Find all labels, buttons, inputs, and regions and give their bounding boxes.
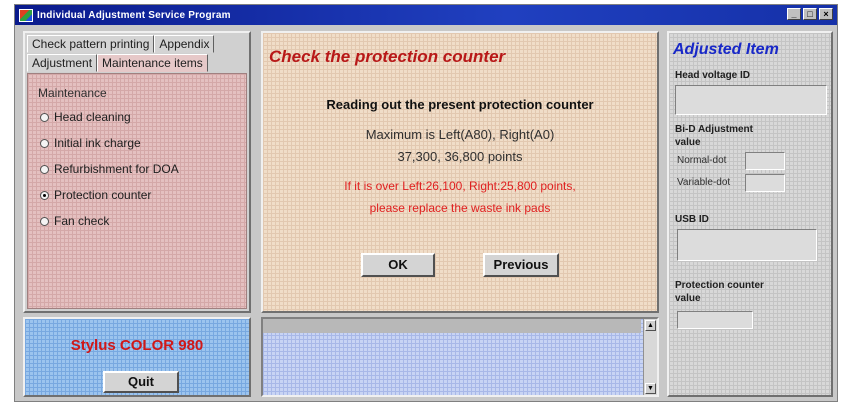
adjusted-item-title: Adjusted Item bbox=[673, 41, 779, 58]
tab-appendix[interactable]: Appendix bbox=[154, 35, 215, 53]
normal-dot-label: Normal-dot bbox=[677, 155, 727, 166]
window-title: Individual Adjustment Service Program bbox=[37, 9, 231, 21]
tab-maintenance-items[interactable]: Maintenance items bbox=[97, 54, 208, 72]
maximize-button[interactable]: □ bbox=[803, 8, 817, 20]
log-area[interactable]: ▲ ▼ bbox=[261, 317, 659, 397]
scroll-up-button[interactable]: ▲ bbox=[645, 320, 656, 331]
variable-dot-field bbox=[745, 174, 785, 192]
radio-label: Fan check bbox=[54, 214, 110, 228]
maintenance-tab-content: Maintenance Head cleaning Initial ink ch… bbox=[27, 73, 247, 309]
title-bar[interactable]: Individual Adjustment Service Program _ … bbox=[15, 5, 837, 25]
counter-points: 37,300, 36,800 points bbox=[397, 149, 523, 164]
radio-protection-counter[interactable]: Protection counter bbox=[40, 188, 151, 202]
protection-counter-panel: Check the protection counter Reading out… bbox=[261, 31, 659, 313]
bid-label-line2: value bbox=[675, 137, 701, 148]
maintenance-group-label: Maintenance bbox=[38, 86, 107, 100]
tab-row-front: Adjustment Maintenance items bbox=[27, 54, 208, 72]
printer-model-name: Stylus COLOR 980 bbox=[70, 337, 204, 354]
protection-label-line1: Protection counter bbox=[675, 280, 764, 291]
ok-button[interactable]: OK bbox=[361, 253, 435, 277]
variable-dot-label: Variable-dot bbox=[677, 177, 731, 188]
usb-id-label: USB ID bbox=[675, 214, 709, 225]
radio-label: Head cleaning bbox=[54, 110, 131, 124]
radio-refurbishment-doa[interactable]: Refurbishment for DOA bbox=[40, 162, 179, 176]
radio-head-cleaning[interactable]: Head cleaning bbox=[40, 110, 131, 124]
maintenance-panel: Check pattern printing Appendix Adjustme… bbox=[23, 31, 251, 313]
bid-label-line1: Bi-D Adjustment bbox=[675, 124, 753, 135]
scroll-down-button[interactable]: ▼ bbox=[645, 383, 656, 394]
usb-id-field bbox=[677, 229, 817, 261]
protection-label-line2: value bbox=[675, 293, 701, 304]
quit-button[interactable]: Quit bbox=[103, 371, 179, 393]
bid-adjustment-label: Bi-D Adjustment value bbox=[675, 123, 753, 149]
radio-button[interactable] bbox=[40, 164, 49, 174]
minimize-button[interactable]: _ bbox=[787, 8, 801, 20]
radio-label: Initial ink charge bbox=[54, 136, 141, 150]
maximum-line: Maximum is Left(A80), Right(A0) bbox=[365, 127, 555, 142]
radio-button[interactable] bbox=[40, 112, 49, 122]
log-header bbox=[263, 319, 641, 333]
normal-dot-field bbox=[745, 152, 785, 170]
radio-label: Refurbishment for DOA bbox=[54, 162, 179, 176]
adjusted-item-panel: Adjusted Item Head voltage ID Bi-D Adjus… bbox=[667, 31, 833, 397]
warning-text-1: If it is over Left:26,100, Right:25,800 … bbox=[344, 179, 576, 193]
protection-counter-label: Protection counter value bbox=[675, 279, 764, 305]
warning-text-2: please replace the waste ink pads bbox=[369, 201, 551, 215]
radio-fan-check[interactable]: Fan check bbox=[40, 214, 109, 228]
radio-button[interactable] bbox=[40, 216, 49, 226]
app-icon bbox=[19, 8, 33, 22]
radio-initial-ink-charge[interactable]: Initial ink charge bbox=[40, 136, 141, 150]
main-window: Individual Adjustment Service Program _ … bbox=[14, 4, 838, 402]
radio-label: Protection counter bbox=[54, 188, 152, 202]
radio-button-selected[interactable] bbox=[40, 190, 49, 200]
page-title: Check the protection counter bbox=[269, 47, 506, 66]
window-controls: _ □ × bbox=[787, 8, 833, 20]
protection-counter-field bbox=[677, 311, 753, 329]
radio-button[interactable] bbox=[40, 138, 49, 148]
close-button[interactable]: × bbox=[819, 8, 833, 20]
tab-adjustment[interactable]: Adjustment bbox=[27, 54, 98, 72]
log-scrollbar[interactable]: ▲ ▼ bbox=[643, 319, 657, 395]
tab-row-back: Check pattern printing Appendix bbox=[27, 35, 215, 53]
model-panel: Stylus COLOR 980 Quit bbox=[23, 317, 251, 397]
head-voltage-label: Head voltage ID bbox=[675, 70, 751, 81]
head-voltage-field bbox=[675, 85, 827, 115]
reading-heading: Reading out the present protection count… bbox=[326, 97, 594, 112]
previous-button[interactable]: Previous bbox=[483, 253, 559, 277]
tab-check-pattern-printing[interactable]: Check pattern printing bbox=[27, 35, 155, 53]
